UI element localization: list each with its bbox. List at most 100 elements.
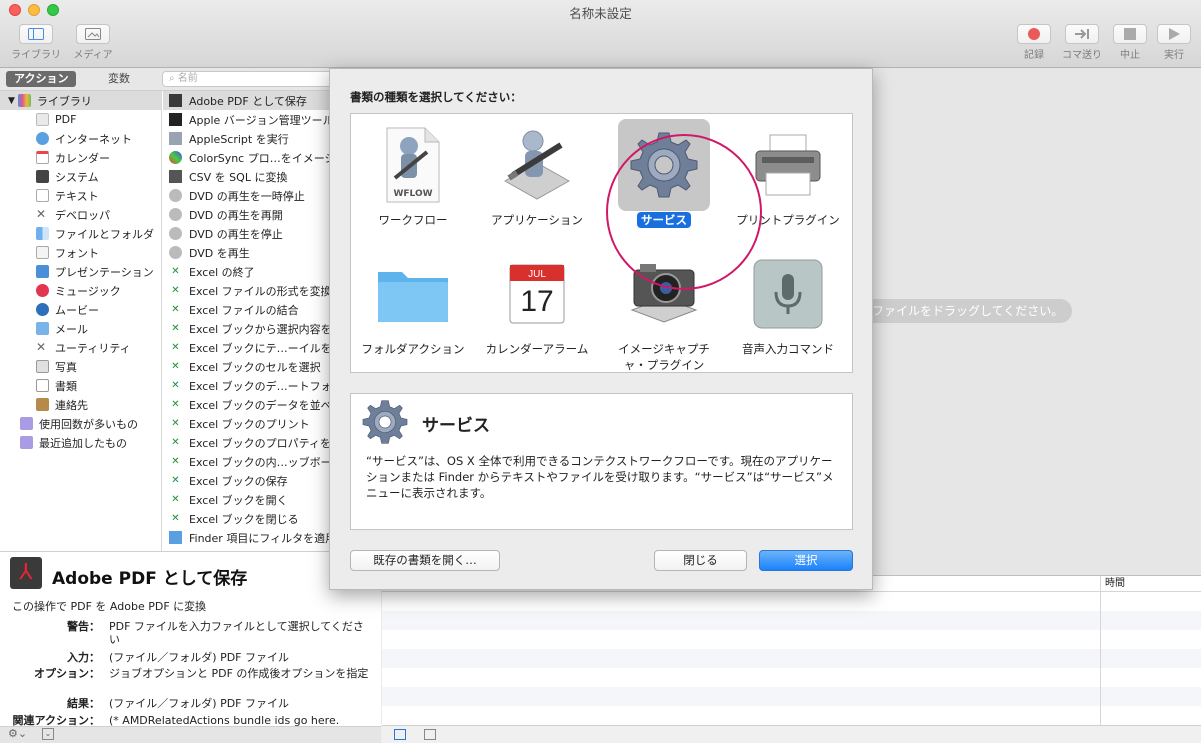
- log-row: [382, 611, 1201, 630]
- toggle-description-icon[interactable]: ⌄: [42, 728, 54, 740]
- close-button[interactable]: 閉じる: [654, 550, 747, 571]
- excel-icon: ✕: [171, 513, 180, 524]
- excel-icon: ✕: [171, 418, 180, 429]
- library-item-label: 連絡先: [55, 398, 88, 412]
- step-icon: [1065, 24, 1099, 44]
- library-item-fonts[interactable]: フォント: [36, 243, 99, 262]
- window-title: 名称未設定: [569, 6, 632, 21]
- sheet-prompt: 書類の種類を選択してください：: [350, 90, 522, 104]
- system-icon: [36, 170, 49, 183]
- excel-icon: ✕: [171, 285, 180, 296]
- font-icon: [36, 246, 49, 259]
- actions-tab[interactable]: アクション: [6, 71, 77, 87]
- action-item-label: DVD の再生を一時停止: [189, 189, 305, 203]
- library-item-movies[interactable]: ムービー: [36, 300, 99, 319]
- library-item-utilities[interactable]: ✕ ユーティリティ: [36, 338, 131, 357]
- action-item-label: Excel ブックのプロパティを: [189, 436, 331, 450]
- action-description-summary: この操作で PDF を Adobe PDF に変換: [12, 600, 207, 613]
- library-item-files[interactable]: ファイルとフォルダ: [36, 224, 154, 243]
- log-time-header: 時間: [1105, 578, 1125, 589]
- description-field-key: オプション：: [34, 667, 100, 680]
- description-field-input: 入力： (ファイル／フォルダ) PDF ファイル: [0, 651, 381, 665]
- run-button[interactable]: 実行: [1156, 24, 1192, 61]
- type-application[interactable]: アプリケーション: [475, 119, 599, 228]
- excel-icon: ✕: [171, 437, 180, 448]
- action-item-label: Adobe PDF として保存: [189, 94, 307, 108]
- type-dictation-command[interactable]: 音声入力コマンド: [726, 248, 850, 357]
- stop-icon: [1113, 24, 1147, 44]
- run-label: 実行: [1164, 50, 1184, 61]
- library-tree: ▼ ライブラリ PDF インターネット カレンダー システム テキスト ✕ デベロ…: [0, 91, 162, 551]
- library-item-developer[interactable]: ✕ デベロッパ: [36, 205, 110, 224]
- open-existing-button[interactable]: 既存の書類を開く…: [350, 550, 500, 571]
- description-field-key: 入力：: [67, 651, 100, 664]
- library-item-music[interactable]: ミュージック: [36, 281, 121, 300]
- smart-group-recently-added[interactable]: 最近追加したもの: [20, 433, 127, 452]
- action-description-pane: ⅄ Adobe PDF として保存 この操作で PDF を Adobe PDF …: [0, 551, 381, 727]
- library-bottom-bar: ⚙⌄ ⌄: [0, 726, 381, 743]
- library-item-contacts[interactable]: 連絡先: [36, 395, 88, 414]
- list-view-icon[interactable]: [394, 729, 406, 740]
- media-button[interactable]: メディア: [70, 24, 116, 61]
- application-icon: [491, 119, 583, 211]
- type-calendar-alarm[interactable]: JUL 17 カレンダーアラーム: [475, 248, 599, 357]
- media-icon: [76, 24, 110, 44]
- type-label: 音声入力コマンド: [742, 342, 834, 356]
- library-item-label: ユーティリティ: [55, 341, 131, 355]
- presentation-icon: [36, 265, 49, 278]
- dvd-icon: [169, 227, 182, 240]
- smart-group-most-used[interactable]: 使用回数が多いもの: [20, 414, 138, 433]
- variables-tab[interactable]: 変数: [100, 71, 138, 87]
- window-toolbar: 名称未設定 ライブラリ メディア 記録 コマ送り 中止 実行: [0, 0, 1201, 68]
- library-item-label: PDF: [55, 113, 77, 126]
- library-item-text[interactable]: テキスト: [36, 186, 99, 205]
- action-item-label: Excel ブックのデータを並べ: [189, 398, 332, 412]
- excel-icon: ✕: [171, 304, 180, 315]
- document-type-grid: WFLOW ワークフロー アプリケーション サービス プリントプラグイン フォル…: [350, 113, 853, 373]
- calendar-day-text: 17: [520, 285, 553, 318]
- library-toggle-label: ライブラリ: [11, 50, 61, 61]
- library-item-calendar[interactable]: カレンダー: [36, 148, 110, 167]
- step-label: コマ送り: [1062, 50, 1102, 61]
- library-item-presentation[interactable]: プレゼンテーション: [36, 262, 154, 281]
- step-button[interactable]: コマ送り: [1058, 24, 1106, 61]
- type-folder-action[interactable]: フォルダアクション: [351, 248, 475, 357]
- choose-button[interactable]: 選択: [759, 550, 853, 571]
- smart-folder-icon: [20, 436, 33, 449]
- gear-menu-icon[interactable]: ⚙⌄: [8, 727, 27, 740]
- record-button[interactable]: 記録: [1016, 24, 1052, 61]
- run-icon: [1157, 24, 1191, 44]
- type-label: カレンダーアラーム: [485, 342, 589, 356]
- library-item-system[interactable]: システム: [36, 167, 99, 186]
- action-item-label: Finder 項目にフィルタを適用: [189, 531, 337, 545]
- action-description-title: Adobe PDF として保存: [52, 569, 248, 589]
- movie-icon: [36, 303, 49, 316]
- library-pane: アクション 変数 ⌕ 名前 ▼ ライブラリ PDF インターネット カレンダー …: [0, 68, 381, 743]
- action-item-label: Excel ブックのプリント: [189, 417, 310, 431]
- library-item-documents[interactable]: 書類: [36, 376, 77, 395]
- workflow-icon: WFLOW: [367, 119, 459, 211]
- action-item-label: Excel ブックの内…ッブボー: [189, 455, 332, 469]
- csv-icon: [169, 170, 182, 183]
- library-toggle-button[interactable]: ライブラリ: [8, 24, 64, 61]
- stop-button[interactable]: 中止: [1112, 24, 1148, 61]
- workflow-badge-text: WFLOW: [393, 189, 432, 199]
- library-root[interactable]: ▼ ライブラリ: [0, 91, 161, 110]
- folder-icon: [367, 248, 459, 340]
- description-field-value: PDF ファイルを入力ファイルとして選択してください: [109, 620, 364, 646]
- action-item-label: Excel ブックから選択内容を: [189, 322, 332, 336]
- action-item-label: Excel ファイルの形式を変換: [189, 284, 332, 298]
- detail-gear-icon: [361, 398, 409, 449]
- document-icon: [36, 379, 49, 392]
- library-books-icon: [17, 94, 31, 107]
- dvd-icon: [169, 246, 182, 259]
- log-footer: [382, 725, 1201, 743]
- library-item-photos[interactable]: 写真: [36, 357, 77, 376]
- type-workflow[interactable]: WFLOW ワークフロー: [351, 119, 475, 228]
- library-item-mail[interactable]: メール: [36, 319, 88, 338]
- split-view-icon[interactable]: [424, 729, 436, 740]
- record-label: 記録: [1024, 50, 1044, 61]
- action-item-label: ColorSync プロ…をイメージ: [189, 151, 336, 165]
- library-item-internet[interactable]: インターネット: [36, 129, 132, 148]
- library-item-pdf[interactable]: PDF: [36, 110, 76, 129]
